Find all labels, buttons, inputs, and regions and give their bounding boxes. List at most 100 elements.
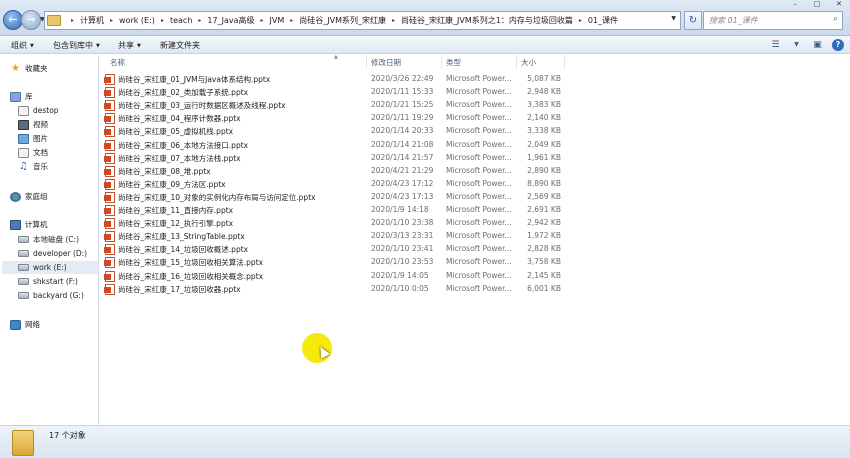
file-row[interactable]: 尚硅谷_宋红康_11_直接内存.pptx 2020/1/9 14:18 Micros… [104,204,565,217]
powerpoint-file-icon [104,126,115,138]
file-row[interactable]: 尚硅谷_宋红康_06_本地方法接口.pptx 2020/1/14 21:08 Mic… [104,139,565,152]
help-icon[interactable]: ? [832,39,844,51]
file-type: Microsoft Power... [446,152,512,162]
breadcrumb-item[interactable]: JVM [270,16,285,25]
address-dropdown-icon[interactable]: ▼ [671,15,676,22]
file-name[interactable]: 尚硅谷_宋红康_13_StringTable.pptx [118,231,245,242]
file-row[interactable]: 尚硅谷_宋红康_09_方法区.pptx 2020/4/23 17:12 Micros… [104,178,565,191]
breadcrumb[interactable]: ▸ 计算机 ▸ work (E:) ▸ teach ▸ 17_Java高级 ▸ JVM ▸ 尚硅谷_J… [44,11,681,30]
column-header-name[interactable]: 名称 [110,57,125,69]
nav-libraries[interactable]: 库 [10,90,108,103]
file-name[interactable]: 尚硅谷_宋红康_07_本地方法栈.pptx [118,153,241,164]
file-row[interactable]: 尚硅谷_宋红康_02_类加载子系统.pptx 2020/1/11 15:33 Mic… [104,86,565,99]
new-folder-button[interactable]: 新建文件夹 [160,40,200,51]
file-name[interactable]: 尚硅谷_宋红康_05_虚拟机栈.pptx [118,126,233,137]
file-row[interactable]: 尚硅谷_宋红康_08_堆.pptx 2020/4/21 21:29 Microsof… [104,165,565,178]
file-list: ▲ 名称 修改日期 类型 大小 尚硅谷_宋红康_01_JVM与Java体系结构.… [100,54,850,425]
computer-icon [10,219,21,230]
powerpoint-file-icon [104,152,115,164]
breadcrumb-item[interactable]: teach [170,16,192,25]
file-row[interactable]: 尚硅谷_宋红康_05_虚拟机栈.pptx 2020/1/14 20:33 Micro… [104,125,565,138]
powerpoint-file-icon [104,87,115,99]
file-name[interactable]: 尚硅谷_宋红康_11_直接内存.pptx [118,205,233,216]
file-row[interactable]: 尚硅谷_宋红康_04_程序计数器.pptx 2020/1/11 19:29 Micr… [104,112,565,125]
chevron-down-icon: ▼ [96,43,100,49]
nav-lib-label: 音乐 [33,162,48,171]
column-divider[interactable] [564,55,565,69]
file-row[interactable]: 尚硅谷_宋红康_15_垃圾回收相关算法.pptx 2020/1/10 23:53 M… [104,256,565,269]
nav-drive-g[interactable]: backyard (G:) [18,289,98,302]
file-name[interactable]: 尚硅谷_宋红康_15_垃圾回收相关算法.pptx [118,257,263,268]
document-library-icon [18,147,29,158]
view-options-icon[interactable]: ☰ [769,39,782,51]
breadcrumb-separator-icon[interactable]: ▸ [579,17,582,24]
file-row[interactable]: 尚硅谷_宋红康_16_垃圾回收相关概念.pptx 2020/1/9 14:05 Mi… [104,270,565,283]
file-name[interactable]: 尚硅谷_宋红康_04_程序计数器.pptx [118,113,241,124]
breadcrumb-separator-icon[interactable]: ▸ [161,17,164,24]
organize-button[interactable]: 组织 ▼ [11,40,34,51]
file-name[interactable]: 尚硅谷_宋红康_17_垃圾回收器.pptx [118,284,241,295]
column-header-modified[interactable]: 修改日期 [371,57,401,69]
nav-computer[interactable]: 计算机 [10,218,108,231]
breadcrumb-separator-icon[interactable]: ▸ [198,17,201,24]
nav-drive-d[interactable]: developer (D:) [18,247,98,260]
file-name[interactable]: 尚硅谷_宋红康_01_JVM与Java体系结构.pptx [118,74,270,85]
include-in-library-button[interactable]: 包含到库中 ▼ [53,40,100,51]
nav-lib-label: destop [33,106,59,115]
breadcrumb-item[interactable]: 17_Java高级 [207,15,254,26]
chevron-down-icon[interactable]: ▼ [790,39,803,51]
breadcrumb-item[interactable]: 尚硅谷_JVM系列_宋红康 [299,15,386,26]
drive-icon [18,292,29,299]
file-name[interactable]: 尚硅谷_宋红康_03_运行时数据区概述及线程.pptx [118,100,286,111]
back-arrow-icon[interactable]: ← [3,10,23,30]
preview-pane-icon[interactable]: ▣ [811,39,824,51]
close-icon[interactable]: ✕ [828,0,850,10]
column-divider[interactable] [366,55,367,69]
file-name[interactable]: 尚硅谷_宋红康_06_本地方法接口.pptx [118,140,248,151]
file-row[interactable]: 尚硅谷_宋红康_10_对象的实例化内存布局与访问定位.pptx 2020/4/23… [104,191,565,204]
nav-drive-e[interactable]: work (E:) [2,261,98,274]
forward-arrow-icon[interactable]: → [21,10,41,30]
file-row[interactable]: 尚硅谷_宋红康_14_垃圾回收概述.pptx 2020/1/10 23:41 Mic… [104,243,565,256]
share-button[interactable]: 共享 ▼ [118,40,141,51]
column-header-size[interactable]: 大小 [521,57,536,69]
breadcrumb-separator-icon[interactable]: ▸ [260,17,263,24]
nav-network[interactable]: 网络 [10,318,108,331]
breadcrumb-item[interactable]: work (E:) [119,16,155,25]
powerpoint-file-icon [104,178,115,190]
breadcrumb-separator-icon[interactable]: ▸ [110,17,113,24]
breadcrumb-separator-icon[interactable]: ▸ [290,17,293,24]
file-name[interactable]: 尚硅谷_宋红康_10_对象的实例化内存布局与访问定位.pptx [118,192,316,203]
minimize-icon[interactable]: – [784,0,806,10]
file-row[interactable]: 尚硅谷_宋红康_01_JVM与Java体系结构.pptx 2020/3/26 22… [104,73,565,86]
column-divider[interactable] [441,55,442,69]
music-note-icon: ♫ [19,160,28,172]
breadcrumb-separator-icon[interactable]: ▸ [71,17,74,24]
refresh-icon[interactable]: ↻ [684,11,702,30]
file-row[interactable]: 尚硅谷_宋红康_17_垃圾回收器.pptx 2020/1/10 0:05 Micro… [104,283,565,296]
maximize-icon[interactable]: □ [806,0,828,10]
breadcrumb-separator-icon[interactable]: ▸ [392,17,395,24]
file-name[interactable]: 尚硅谷_宋红康_14_垃圾回收概述.pptx [118,244,248,255]
file-row[interactable]: 尚硅谷_宋红康_13_StringTable.pptx 2020/3/13 23:… [104,230,565,243]
nav-favorites[interactable]: ★ 收藏夹 [10,62,108,75]
file-name[interactable]: 尚硅谷_宋红康_09_方法区.pptx [118,179,226,190]
file-name[interactable]: 尚硅谷_宋红康_12_执行引擎.pptx [118,218,233,229]
nav-homegroup[interactable]: 家庭组 [10,190,108,203]
breadcrumb-item[interactable]: 尚硅谷_宋红康_JVM系列之1：内存与垃圾回收篇 [401,15,573,26]
search-icon[interactable]: ⌕ [833,14,838,24]
file-row[interactable]: 尚硅谷_宋红康_12_执行引擎.pptx 2020/1/10 23:38 Micro… [104,217,565,230]
file-name[interactable]: 尚硅谷_宋红康_02_类加载子系统.pptx [118,87,248,98]
column-divider[interactable] [516,55,517,69]
file-row[interactable]: 尚硅谷_宋红康_03_运行时数据区概述及线程.pptx 2020/1/21 15:… [104,99,565,112]
nav-drive-f[interactable]: shkstart (F:) [18,275,98,288]
file-name[interactable]: 尚硅谷_宋红康_16_垃圾回收相关概念.pptx [118,271,263,282]
file-name[interactable]: 尚硅谷_宋红康_08_堆.pptx [118,166,211,177]
file-row[interactable]: 尚硅谷_宋红康_07_本地方法栈.pptx 2020/1/14 21:57 Micr… [104,152,565,165]
column-header-type[interactable]: 类型 [446,57,461,69]
search-input[interactable]: 搜索 01_课件 ⌕ [703,11,843,30]
homegroup-icon [10,191,21,202]
breadcrumb-item[interactable]: 计算机 [80,15,104,26]
nav-drive-c[interactable]: 本地磁盘 (C:) [18,233,98,246]
breadcrumb-item[interactable]: 01_课件 [588,15,618,26]
